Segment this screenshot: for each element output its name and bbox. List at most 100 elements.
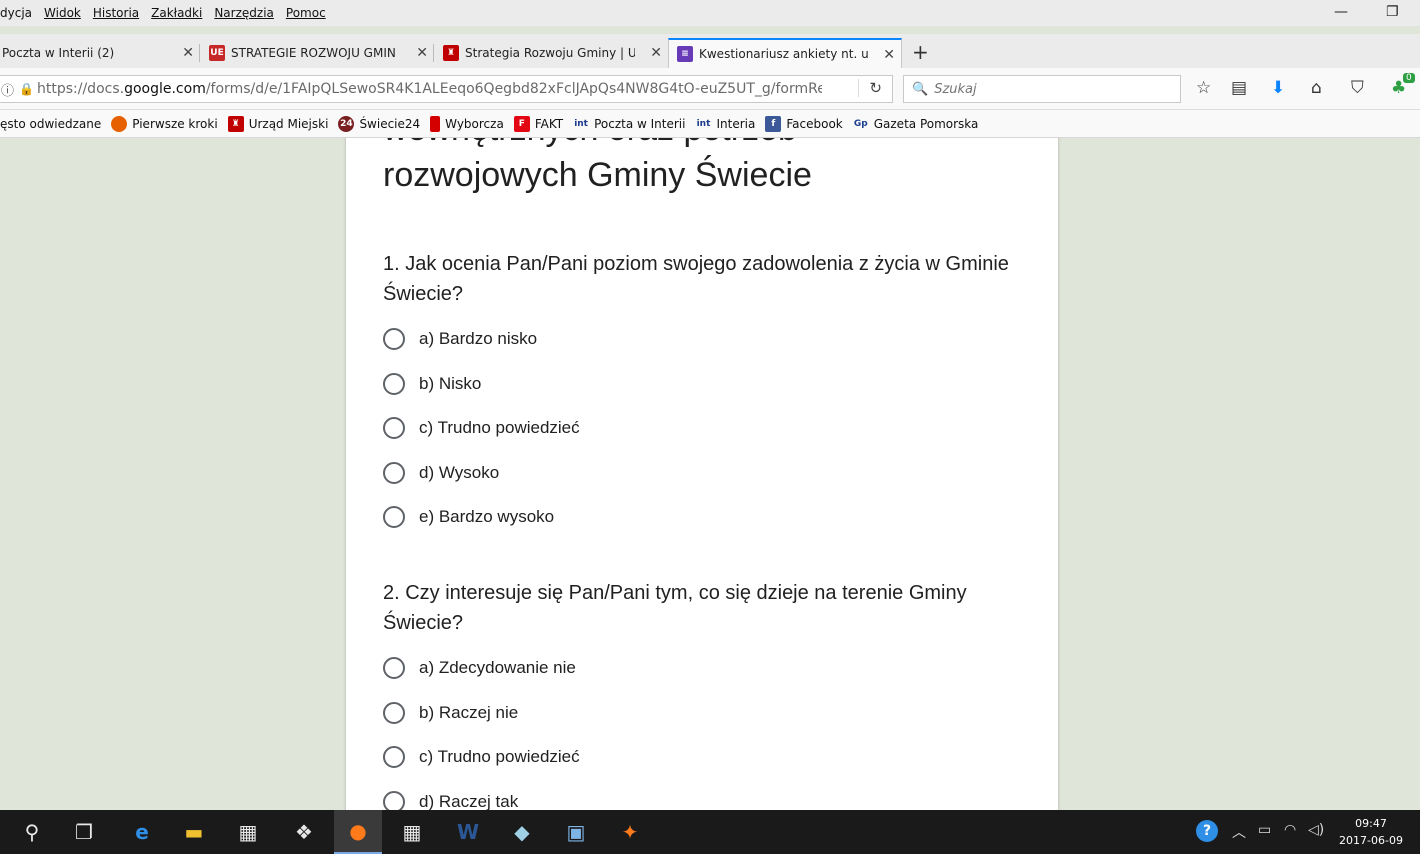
bookmark-wyborcza[interactable]: Wyborcza: [430, 115, 504, 132]
url-text[interactable]: https://docs.google.com/forms/d/e/1FAIpQ…: [37, 81, 822, 97]
bookmark-most-visited[interactable]: ęsto odwiedzane: [0, 117, 101, 131]
new-tab-icon[interactable]: +: [912, 40, 929, 64]
bookmark-star-icon[interactable]: ☆: [1196, 78, 1211, 98]
radio-option[interactable]: e) Bardzo wysoko: [383, 495, 1023, 540]
file-explorer-icon[interactable]: ▬: [170, 810, 218, 854]
radio-button[interactable]: [383, 657, 405, 680]
coat-of-arms-icon: ♜: [443, 45, 459, 61]
menu-view[interactable]: Widok: [38, 6, 87, 20]
swiecie24-icon: 24: [338, 115, 355, 132]
page-viewport[interactable]: wewnętrznych oraz potrzeb rozwojowych Gm…: [0, 138, 1420, 810]
chevron-up-icon[interactable]: ︿: [1232, 822, 1246, 842]
bookmark-gazeta-pomorska[interactable]: Gp Gazeta Pomorska: [853, 116, 979, 132]
radio-option[interactable]: b) Raczej nie: [383, 691, 1023, 736]
store-icon[interactable]: ▦: [224, 810, 272, 854]
paint-icon[interactable]: ◆: [498, 810, 546, 854]
search-icon[interactable]: ⚲: [8, 810, 56, 854]
firefox-icon[interactable]: ●: [334, 810, 382, 854]
lock-icon[interactable]: 🔒: [19, 82, 37, 96]
menu-edit[interactable]: dycja: [0, 6, 38, 20]
avast-icon[interactable]: ✦: [606, 810, 654, 854]
option-list: a) Zdecydowanie nie b) Raczej nie c) Tru…: [383, 646, 1023, 810]
radio-button[interactable]: [383, 461, 405, 484]
coat-of-arms-icon: ♜: [227, 115, 244, 132]
network-app-icon[interactable]: ▣: [552, 810, 600, 854]
system-clock[interactable]: 09:47 2017-06-09: [1336, 815, 1406, 849]
menu-bar: dycja Widok Historia Zakładki Narzędzia …: [0, 0, 1420, 26]
bookmarks-toolbar: ęsto odwiedzane Pierwsze kroki ♜ Urząd Mi…: [0, 110, 1420, 138]
tab-poczta-interia[interactable]: Poczta w Interii (2) ✕: [0, 38, 200, 68]
info-icon[interactable]: ⓘ: [1, 80, 19, 99]
menu-bookmarks[interactable]: Zakładki: [145, 6, 208, 20]
minimize-icon[interactable]: —: [1334, 4, 1348, 20]
tab-strategie-rozwoju[interactable]: UE STRATEGIE ROZWOJU GMIN ✕: [201, 38, 434, 68]
bookmark-pierwsze-kroki[interactable]: Pierwsze kroki: [111, 115, 218, 132]
tab-strategia-gminy[interactable]: ♜ Strategia Rozwoju Gminy | U ✕: [435, 38, 668, 68]
radio-button[interactable]: [383, 328, 405, 351]
reload-icon[interactable]: ↻: [858, 79, 882, 97]
close-tab-icon[interactable]: ✕: [182, 45, 194, 61]
home-icon[interactable]: ⌂: [1311, 78, 1322, 98]
radio-option[interactable]: d) Wysoko: [383, 451, 1023, 496]
close-tab-icon[interactable]: ✕: [416, 45, 428, 61]
bookmark-interia[interactable]: int Interia: [695, 116, 756, 132]
wifi-icon[interactable]: ◠: [1284, 822, 1296, 838]
google-forms-icon: ≡: [677, 46, 693, 62]
question-1: 1. Jak ocenia Pan/Pani poziom swojego za…: [383, 249, 1023, 540]
volume-icon[interactable]: ◁): [1308, 822, 1324, 838]
addon-badge: 0: [1403, 73, 1415, 83]
tab-title: Kwestionariusz ankiety nt. u: [699, 47, 869, 61]
downloads-icon[interactable]: ⬇: [1271, 78, 1285, 98]
pocket-icon[interactable]: ⛉: [1351, 78, 1364, 98]
question-2: 2. Czy interesuje się Pan/Pani tym, co s…: [383, 578, 1023, 810]
tab-kwestionariusz[interactable]: ≡ Kwestionariusz ankiety nt. u ✕: [668, 38, 902, 68]
bookmark-facebook[interactable]: f Facebook: [765, 115, 843, 132]
radio-option[interactable]: c) Trudno powiedzieć: [383, 406, 1023, 451]
search-box[interactable]: 🔍: [903, 75, 1181, 103]
radio-option[interactable]: c) Trudno powiedzieć: [383, 735, 1023, 780]
calculator-icon[interactable]: ▦: [388, 810, 436, 854]
fakt-icon: F: [513, 115, 530, 132]
menu-tools[interactable]: Narzędzia: [208, 6, 280, 20]
dropbox-icon[interactable]: ❖: [280, 810, 328, 854]
bookmark-swiecie24[interactable]: 24 Świecie24: [338, 115, 420, 132]
tab-title: Strategia Rozwoju Gminy | U: [465, 46, 635, 60]
question-text: 2. Czy interesuje się Pan/Pani tym, co s…: [383, 582, 967, 634]
search-icon: 🔍: [912, 81, 929, 97]
radio-option[interactable]: b) Nisko: [383, 362, 1023, 407]
firefox-icon: [111, 115, 128, 132]
close-tab-icon[interactable]: ✕: [883, 47, 895, 63]
bookmark-fakt[interactable]: F FAKT: [513, 115, 563, 132]
radio-button[interactable]: [383, 746, 405, 769]
radio-button[interactable]: [383, 506, 405, 529]
tab-strip: Poczta w Interii (2) ✕ UE STRATEGIE ROZW…: [0, 34, 1420, 68]
radio-option[interactable]: a) Zdecydowanie nie: [383, 646, 1023, 691]
edge-icon[interactable]: e: [118, 810, 166, 854]
close-tab-icon[interactable]: ✕: [650, 45, 662, 61]
task-view-icon[interactable]: ❐: [60, 810, 108, 854]
radio-button[interactable]: [383, 701, 405, 724]
radio-button[interactable]: [383, 790, 405, 810]
battery-icon[interactable]: ▭: [1258, 822, 1271, 838]
wyborcza-icon: [430, 115, 441, 132]
tab-title: Poczta w Interii (2): [2, 46, 115, 60]
address-bar[interactable]: ⓘ 🔒 https://docs.google.com/forms/d/e/1F…: [0, 75, 893, 103]
bookmark-poczta-interia[interactable]: int Poczta w Interii: [573, 116, 685, 132]
interia-icon: int: [574, 118, 588, 129]
form-card: wewnętrznych oraz potrzeb rozwojowych Gm…: [346, 138, 1058, 810]
word-icon[interactable]: W: [444, 810, 492, 854]
gazeta-pomorska-icon: Gp: [853, 118, 868, 129]
search-input[interactable]: [934, 81, 1175, 97]
menu-history[interactable]: Historia: [87, 6, 145, 20]
navigation-toolbar: ⓘ 🔒 https://docs.google.com/forms/d/e/1F…: [0, 68, 1420, 110]
reader-list-icon[interactable]: ▤: [1231, 78, 1247, 98]
radio-option[interactable]: d) Raczej tak: [383, 780, 1023, 810]
facebook-icon: f: [765, 115, 782, 132]
radio-option[interactable]: a) Bardzo nisko: [383, 317, 1023, 362]
help-icon[interactable]: ?: [1196, 820, 1218, 842]
radio-button[interactable]: [383, 372, 405, 395]
menu-help[interactable]: Pomoc: [280, 6, 332, 20]
radio-button[interactable]: [383, 417, 405, 440]
bookmark-urzad-miejski[interactable]: ♜ Urząd Miejski: [227, 115, 328, 132]
restore-icon[interactable]: ❐: [1386, 4, 1399, 20]
